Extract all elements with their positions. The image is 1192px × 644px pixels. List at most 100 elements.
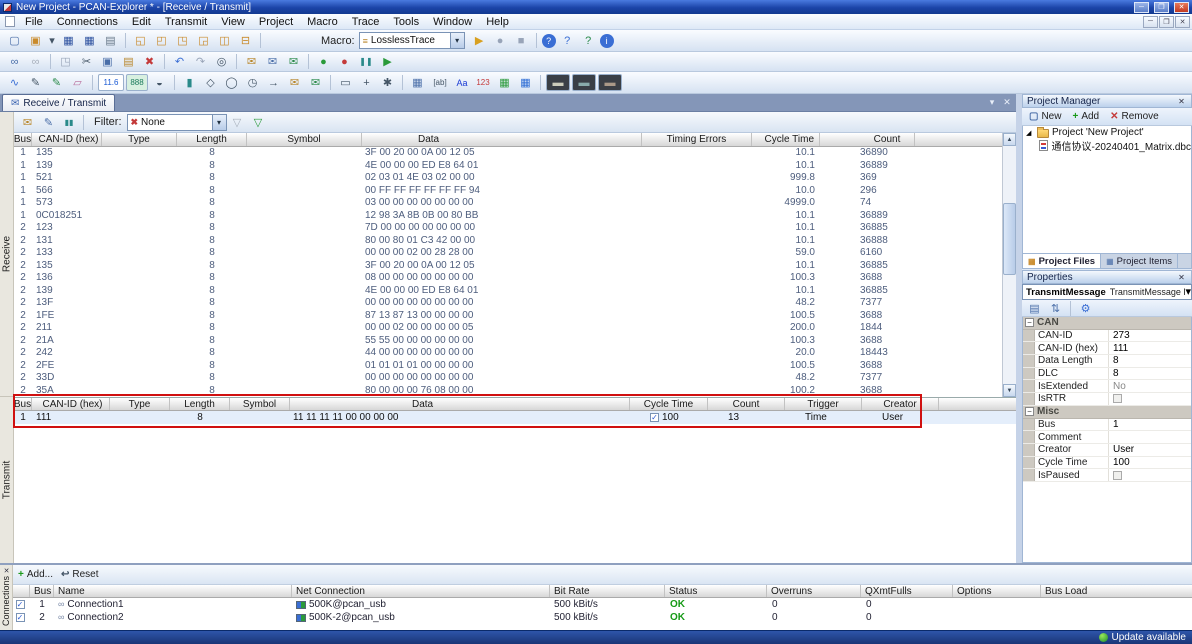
close-icon[interactable]: ✕ — [1176, 273, 1187, 282]
web-help-icon[interactable]: ? — [579, 32, 598, 49]
seven-segment-icon[interactable]: 888 — [126, 74, 148, 91]
detach-window-icon[interactable]: ◳ — [56, 53, 75, 70]
receive-row[interactable]: 2 139 8 4E 00 00 00 ED E8 64 01 10.1 36885 — [14, 285, 1002, 298]
connections-column-ovr[interactable]: Overruns — [767, 585, 861, 597]
categorized-icon[interactable]: ▤ — [1025, 300, 1044, 317]
transmit-column-sym[interactable]: Symbol — [230, 398, 290, 410]
checkbox-icon[interactable] — [1113, 470, 1122, 480]
transmit-column-type[interactable]: Type — [110, 398, 170, 410]
menu-item-tools[interactable]: Tools — [386, 15, 426, 29]
dark-panel-icon[interactable]: ▬ — [546, 74, 570, 91]
mdi-minimize-button[interactable]: ─ — [1143, 15, 1158, 28]
connections-column-qxf[interactable]: QXmtFulls — [861, 585, 953, 597]
menu-item-project[interactable]: Project — [252, 15, 300, 29]
connections-column-bus[interactable]: Bus — [30, 585, 54, 597]
transmit-column-bus[interactable]: Bus — [14, 398, 32, 410]
open-project-icon[interactable]: ▣ — [26, 32, 45, 49]
arrow-shape-icon[interactable]: → — [264, 74, 283, 91]
undo-icon[interactable]: ↶ — [170, 53, 189, 70]
property-row[interactable]: Creator User — [1023, 443, 1191, 457]
receive-column-len[interactable]: Length — [177, 133, 247, 146]
receive-row[interactable]: 1 566 8 00 FF FF FF FF FF FF 94 10.0 296 — [14, 185, 1002, 198]
view-panel-icon[interactable]: ◲ — [194, 32, 213, 49]
close-connections-icon[interactable]: ✕ — [0, 567, 13, 575]
scroll-up-icon[interactable]: ▲ — [1003, 133, 1016, 146]
about-icon[interactable]: i — [599, 33, 614, 48]
enabled-checkbox[interactable]: ✓ — [15, 600, 25, 609]
pen-icon[interactable]: ✎ — [26, 74, 45, 91]
property-value[interactable]: 8 — [1109, 355, 1191, 366]
stop-macro-icon[interactable]: ■ — [512, 32, 531, 49]
receive-row[interactable]: 2 136 8 08 00 00 00 00 00 00 00 100.3 3688 — [14, 272, 1002, 285]
receive-row[interactable]: 2 21A 8 55 55 00 00 00 00 00 00 100.3 3688 — [14, 335, 1002, 348]
view-split-vertical-icon[interactable]: ⊟ — [236, 32, 255, 49]
sidebar-tab-transmit[interactable]: Transmit — [0, 397, 14, 563]
property-value[interactable]: 100 — [1109, 457, 1191, 468]
enabled-checkbox[interactable]: ✓ — [15, 613, 25, 622]
new-project-button[interactable]: ▢ New — [1025, 110, 1065, 123]
menu-item-transmit[interactable]: Transmit — [158, 15, 214, 29]
receive-column-cnt[interactable]: Count — [820, 133, 915, 146]
value-display-icon[interactable]: 11.6 — [98, 74, 124, 91]
connections-column-opt[interactable]: Options — [953, 585, 1041, 597]
view-receive-transmit-icon[interactable]: ◱ — [131, 32, 150, 49]
vertical-bar-icon[interactable]: ▮ — [180, 74, 199, 91]
dark-display-icon[interactable]: ▬ — [598, 74, 622, 91]
receive-row[interactable]: 2 123 8 7D 00 00 00 00 00 00 00 10.1 36885 — [14, 222, 1002, 235]
menu-item-window[interactable]: Window — [426, 15, 479, 29]
help-icon[interactable]: ? — [541, 33, 556, 48]
redo-icon[interactable]: ↷ — [191, 53, 210, 70]
transmit-column-trg[interactable]: Trigger — [785, 398, 862, 410]
play-icon[interactable]: ▶ — [378, 53, 397, 70]
property-row[interactable]: DLC 8 — [1023, 367, 1191, 381]
connections-column-load[interactable]: Bus Load — [1041, 585, 1192, 597]
edit-message-icon[interactable]: ✉ — [263, 53, 282, 70]
message-check-icon[interactable]: ✉ — [306, 74, 325, 91]
label-tool-icon[interactable]: [ab] — [429, 74, 451, 91]
paste-icon[interactable]: ▤ — [119, 53, 138, 70]
message-box-icon[interactable]: ✉ — [285, 74, 304, 91]
receive-row[interactable]: 2 35A 8 80 00 00 00 76 08 00 00 100.2 3688 — [14, 385, 1002, 398]
cut-icon[interactable]: ✂ — [77, 53, 96, 70]
record-stop-icon[interactable]: ● — [335, 53, 354, 70]
receive-messages-icon[interactable]: ✉ — [18, 114, 37, 131]
transmit-column-cre[interactable]: Creator — [862, 398, 939, 410]
green-panel-icon[interactable]: ▦ — [495, 74, 514, 91]
line-plot-icon[interactable]: ∿ — [5, 74, 24, 91]
dark-graph-icon[interactable]: ▬ — [572, 74, 596, 91]
scroll-down-icon[interactable]: ▼ — [1003, 384, 1016, 397]
receive-column-bus[interactable]: Bus — [14, 133, 32, 146]
connect-net-icon[interactable]: ∞ — [5, 53, 24, 70]
delete-icon[interactable]: ✖ — [140, 53, 159, 70]
filter-select[interactable]: ✖ None ▾ — [126, 113, 227, 131]
number-format-icon[interactable]: 123 — [473, 74, 493, 91]
connections-tabstrip[interactable]: ✕ Connections — [0, 565, 13, 630]
receive-row[interactable]: 1 0C018251 8 12 98 3A 8B 0B 00 80 BB 10.1 368… — [14, 210, 1002, 223]
receive-column-type[interactable]: Type — [102, 133, 177, 146]
crosshair-icon[interactable]: + — [357, 74, 376, 91]
receive-column-data[interactable]: Data — [362, 133, 642, 146]
minimize-button[interactable]: ─ — [1134, 1, 1149, 13]
receive-row[interactable]: 2 2FE 8 01 01 01 01 00 00 00 00 100.5 3688 — [14, 360, 1002, 373]
receive-row[interactable]: 2 133 8 00 00 00 02 00 28 28 00 59.0 6160 — [14, 247, 1002, 260]
mdi-close-button[interactable]: ✕ — [1175, 15, 1190, 28]
ellipse-shape-icon[interactable]: ◯ — [222, 74, 241, 91]
transmit-column-data[interactable]: Data — [290, 398, 630, 410]
property-row[interactable]: Comment — [1023, 431, 1191, 444]
property-row[interactable]: IsPaused — [1023, 469, 1191, 482]
menu-item-trace[interactable]: Trace — [345, 15, 387, 29]
menu-item-macro[interactable]: Macro — [300, 15, 345, 29]
property-category[interactable]: − Misc — [1023, 405, 1191, 419]
tab-project-items[interactable]: ▦ Project Items — [1101, 254, 1179, 268]
macro-select[interactable]: ≡ LosslessTrace ▾ — [358, 32, 465, 49]
connections-column-status[interactable]: Status — [665, 585, 767, 597]
save-all-icon[interactable]: ▦ — [80, 32, 99, 49]
font-tool-icon[interactable]: Aa — [453, 74, 471, 91]
connections-column-rate[interactable]: Bit Rate — [550, 585, 665, 597]
property-value[interactable]: User — [1109, 444, 1191, 455]
tab-scroll-icon[interactable]: ▾ — [986, 97, 998, 108]
property-row[interactable]: CAN-ID 273 — [1023, 329, 1191, 343]
menu-item-edit[interactable]: Edit — [125, 15, 158, 29]
chevron-down-icon[interactable]: ▾ — [449, 33, 464, 48]
menu-item-connections[interactable]: Connections — [50, 15, 125, 29]
